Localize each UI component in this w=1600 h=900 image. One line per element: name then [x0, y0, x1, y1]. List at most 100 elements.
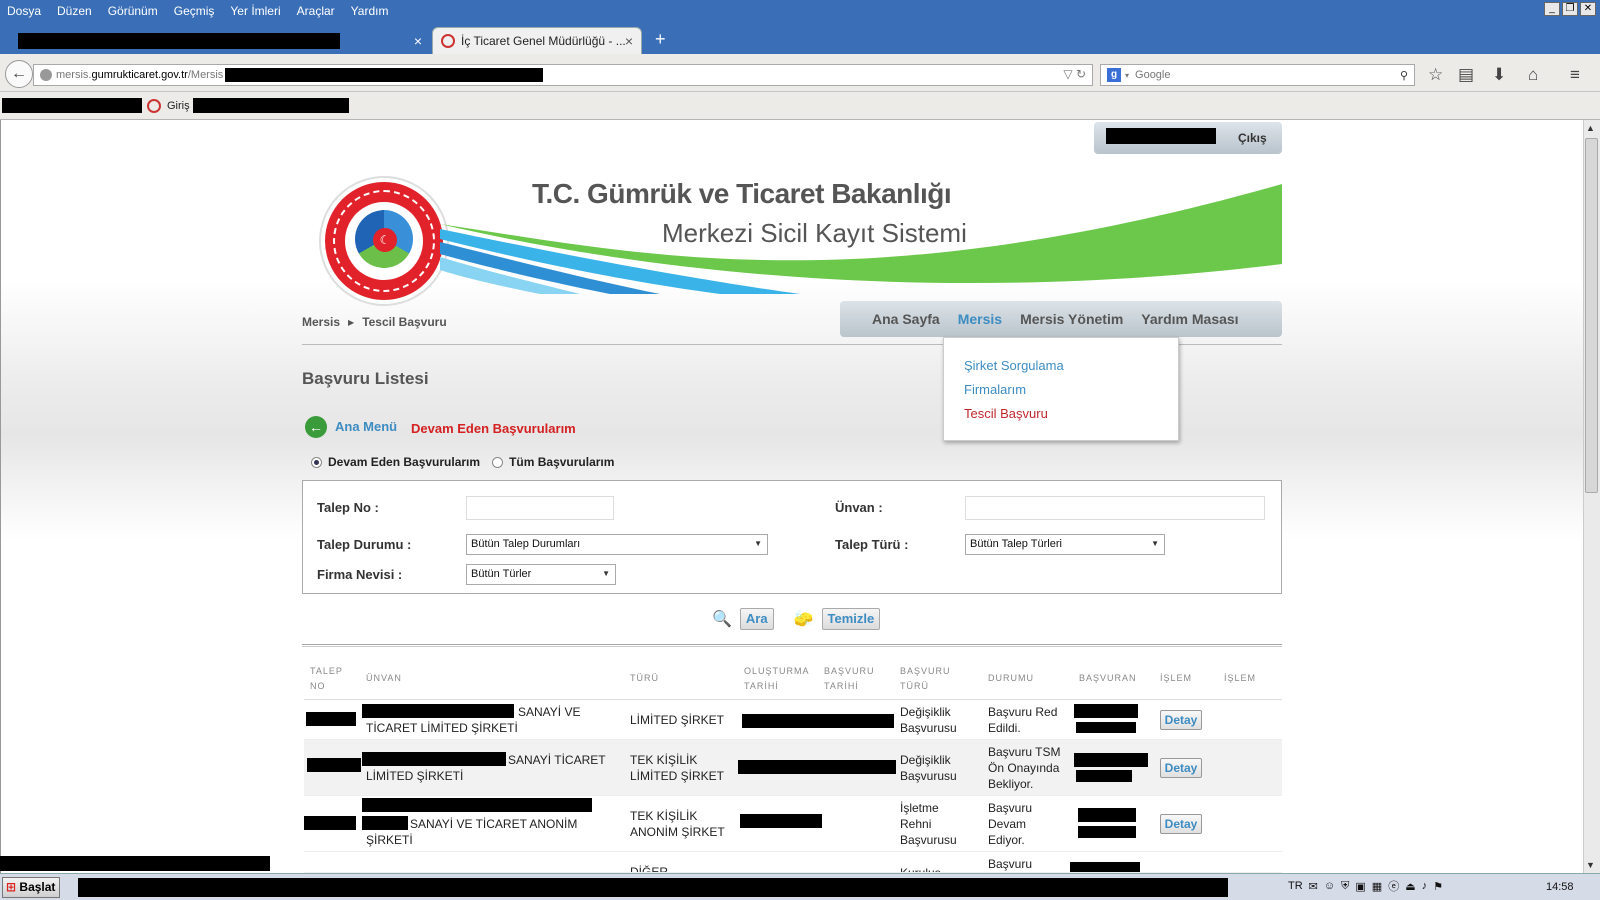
breadcrumb-tescil[interactable]: Tescil Başvuru	[362, 315, 446, 329]
menu-edit[interactable]: Düzen	[57, 4, 92, 18]
logout-link[interactable]: Çıkış	[1238, 131, 1267, 145]
mersis-dropdown-menu: Şirket Sorgulama Firmalarım Tescil Başvu…	[943, 337, 1179, 441]
redacted-url	[225, 68, 544, 82]
system-tray: TR ✉ ☺ ⛨ ▣ ▦ ⓔ ⏏ ♪ ⚑	[1288, 878, 1443, 894]
download-icon[interactable]: ⬇	[1492, 65, 1506, 85]
language-indicator[interactable]: TR	[1288, 880, 1303, 892]
tab-close-icon[interactable]: ×	[414, 33, 422, 49]
nav-yardim-masasi[interactable]: Yardım Masası	[1141, 311, 1238, 327]
unvan-label: Ünvan :	[835, 500, 883, 515]
address-bar[interactable]: mersis. gumrukticaret.gov.tr/Mersis ▽ ↻	[33, 64, 1093, 86]
minimize-icon[interactable]: _	[1544, 2, 1560, 16]
dropdown-firmalarim[interactable]: Firmalarım	[964, 382, 1158, 397]
back-button[interactable]: ←	[5, 60, 33, 88]
talep-durumu-select[interactable]: Bütün Talep Durumları ▼	[466, 534, 768, 555]
talep-no-input[interactable]	[466, 496, 614, 520]
talep-turu-value: Bütün Talep Türleri	[970, 538, 1062, 550]
th-basvuru-tarihi: BAŞVURU TARİHİ	[824, 666, 875, 691]
volume-icon[interactable]: ♪	[1422, 880, 1428, 892]
scroll-down-icon[interactable]: ▼	[1586, 860, 1595, 870]
menu-file[interactable]: Dosya	[7, 4, 41, 18]
menu-bookmarks[interactable]: Yer İmleri	[230, 4, 280, 18]
clear-button[interactable]: Temizle	[821, 608, 881, 630]
main-menu-link[interactable]: Ana Menü	[335, 419, 397, 434]
ministry-logo: ☾	[321, 178, 447, 304]
menu-view[interactable]: Görünüm	[108, 4, 158, 18]
scrollbar-thumb[interactable]	[1585, 138, 1598, 493]
th-turu: TÜRÜ	[630, 673, 659, 683]
menu-history[interactable]: Geçmiş	[174, 4, 215, 18]
search-button[interactable]: Ara	[739, 608, 774, 630]
menu-bar: Dosya Düzen Görünüm Geçmiş Yer İmleri Ar…	[0, 0, 1600, 22]
header-title: T.C. Gümrük ve Ticaret Bakanlığı	[532, 178, 952, 209]
firma-nevisi-select[interactable]: Bütün Türler ▼	[466, 564, 616, 585]
th-basvuru-turu: BAŞVURU TÜRÜ	[900, 666, 951, 691]
menu-icon[interactable]: ≡	[1570, 65, 1580, 85]
bookmarks-list-icon[interactable]: ▤	[1458, 65, 1474, 85]
radio-label-tum[interactable]: Tüm Başvurularım	[509, 455, 614, 469]
ie-icon[interactable]: ⓔ	[1388, 878, 1399, 894]
detail-button[interactable]: Detay	[1160, 814, 1202, 834]
radio-tum[interactable]	[492, 456, 504, 468]
filter-panel: Talep No : Ünvan : Talep Durumu : Bütün …	[302, 480, 1282, 594]
breadcrumb-mersis[interactable]: Mersis	[302, 315, 340, 329]
dropdown-tescil-basvuru[interactable]: Tescil Başvuru	[964, 406, 1158, 421]
table-row: SANAYİ TİCARET LİMİTED ŞİRKETİ TEK KİŞİL…	[304, 740, 1282, 796]
th-unvan: ÜNVAN	[366, 673, 402, 683]
restore-icon[interactable]: ❐	[1562, 2, 1578, 16]
back-arrow-icon[interactable]: ←	[305, 416, 327, 438]
usb-icon[interactable]: ⏏	[1405, 880, 1415, 893]
close-window-icon[interactable]: ✕	[1580, 2, 1596, 16]
redacted-tab-title	[18, 32, 340, 49]
redacted-basvuran	[1078, 808, 1136, 822]
table-row: DİĞER Kuruluş Başvuru	[304, 852, 1282, 873]
tab-active[interactable]: İç Ticaret Genel Müdürlüğü - ... ×	[432, 27, 642, 54]
tab-redacted[interactable]: ×	[6, 27, 430, 54]
redacted-status	[0, 856, 270, 871]
mail-icon[interactable]: ✉	[1309, 880, 1318, 893]
redacted-unvan	[362, 816, 408, 830]
bookmark-star-icon[interactable]: ☆	[1428, 65, 1443, 85]
new-tab-icon[interactable]: +	[655, 29, 666, 50]
header-subtitle: Merkezi Sicil Kayıt Sistemi	[662, 218, 967, 248]
security-icon[interactable]: ⛨	[1341, 880, 1349, 893]
search-box[interactable]: g ▾ Google ⚲	[1100, 64, 1415, 86]
bookmark-giris[interactable]: Giriş	[167, 100, 190, 112]
radio-devam-eden[interactable]	[311, 456, 322, 468]
menu-tools[interactable]: Araçlar	[297, 4, 335, 18]
redacted-dates	[738, 760, 896, 774]
redacted-username	[1106, 128, 1216, 144]
nav-mersis[interactable]: Mersis	[958, 311, 1002, 327]
unvan-text: ŞİRKETİ	[366, 833, 413, 847]
main-navigation: Ana Sayfa Mersis Mersis Yönetim Yardım M…	[840, 301, 1282, 337]
durum-text: Başvuru Devam Ediyor.	[988, 801, 1033, 847]
talep-turu-label: Talep Türü :	[835, 537, 909, 552]
talep-durumu-value: Bütün Talep Durumları	[471, 538, 581, 550]
flag-icon[interactable]: ⚑	[1433, 880, 1443, 893]
nav-mersis-yonetim[interactable]: Mersis Yönetim	[1020, 311, 1123, 327]
tab-close-icon[interactable]: ×	[625, 33, 633, 49]
smiley-icon[interactable]: ☺	[1324, 880, 1335, 892]
unvan-input[interactable]	[965, 496, 1265, 520]
radio-label-devam-eden[interactable]: Devam Eden Başvurularım	[328, 455, 480, 469]
dropdown-sirket-sorgulama[interactable]: Şirket Sorgulama	[964, 358, 1158, 373]
search-icon[interactable]: ⚲	[1400, 69, 1408, 82]
detail-button[interactable]: Detay	[1160, 758, 1202, 778]
start-button[interactable]: ⊞ Başlat	[2, 877, 60, 898]
network-icon[interactable]: ▦	[1372, 880, 1382, 893]
menu-help[interactable]: Yardım	[351, 4, 389, 18]
nav-ana-sayfa[interactable]: Ana Sayfa	[872, 311, 940, 327]
bookmarks-bar: Giriş	[0, 92, 1600, 120]
monitor-icon[interactable]: ▣	[1355, 880, 1365, 893]
talep-turu-select[interactable]: Bütün Talep Türleri ▼	[965, 534, 1165, 555]
chevron-down-icon: ▼	[1151, 539, 1159, 548]
detail-button[interactable]: Detay	[1160, 710, 1202, 730]
redacted-dates	[742, 714, 894, 728]
clock: 14:58	[1546, 881, 1574, 893]
reload-icon[interactable]: ▽ ↻	[1063, 67, 1086, 81]
home-icon[interactable]: ⌂	[1528, 65, 1538, 85]
site-favicon-icon	[147, 99, 161, 113]
scroll-up-icon[interactable]: ▲	[1586, 123, 1595, 133]
unvan-text: SANAYİ VE TİCARET ANONİM	[410, 817, 578, 831]
search-placeholder: Google	[1135, 69, 1171, 81]
